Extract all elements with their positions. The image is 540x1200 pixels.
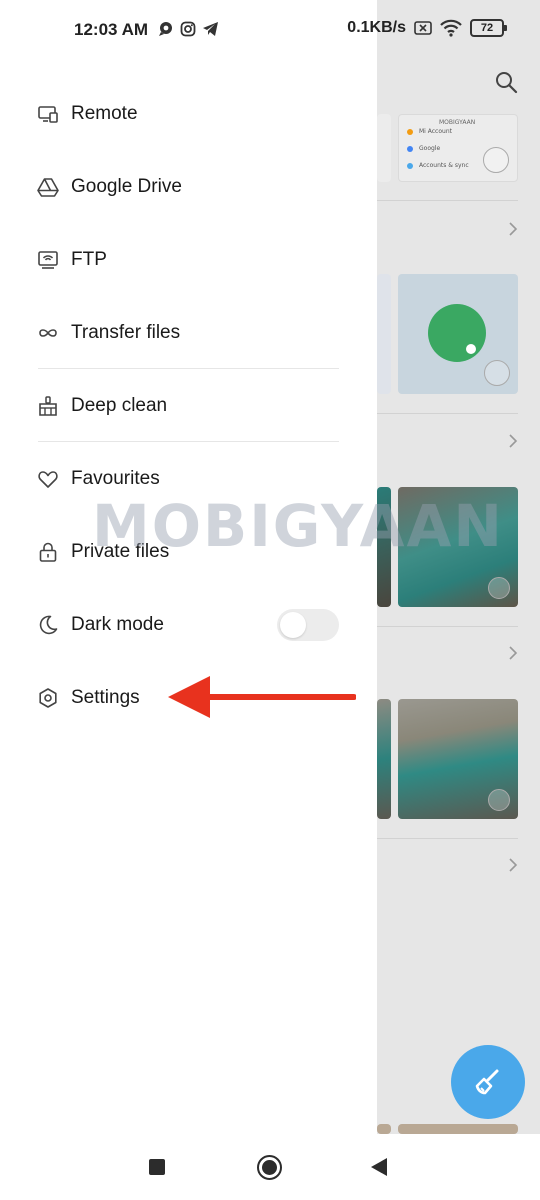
drawer-item-label: Transfer files (71, 322, 181, 343)
green-ball-graphic (428, 304, 486, 362)
recents-icon[interactable] (149, 1159, 165, 1175)
drawer-item-label: FTP (71, 249, 107, 270)
network-speed: 0.1KB/s (347, 19, 406, 36)
mini-header: MOBIGYAAN (439, 119, 476, 126)
thumbnail-settings-screenshot[interactable]: MOBIGYAAN Mi Account Google Accounts & s… (398, 114, 518, 182)
thumbnail-partial[interactable] (398, 1124, 518, 1134)
drawer-item-ftp[interactable]: FTP (0, 235, 377, 285)
google-drive-icon (37, 176, 59, 198)
divider (377, 200, 518, 201)
watermark: MOBIGYAAN (92, 492, 504, 560)
drawer-item-transfer-files[interactable]: Transfer files (0, 308, 377, 358)
divider (377, 413, 518, 414)
drawer-item-label: Favourites (71, 468, 160, 489)
drawer-item-label: Deep clean (71, 395, 168, 416)
infinity-icon (37, 322, 59, 344)
ftp-icon (37, 249, 59, 271)
battery-icon: 72 (470, 19, 507, 37)
moon-icon (37, 614, 59, 636)
thumbnail-partial (377, 699, 391, 819)
remote-icon (37, 103, 59, 125)
broom-icon (475, 1069, 499, 1095)
gear-icon (37, 687, 59, 709)
battery-level: 72 (480, 22, 494, 34)
sim-off-icon (414, 21, 432, 35)
mini-item: Google (419, 145, 441, 152)
select-circle[interactable] (484, 360, 510, 386)
drawer-item-remote[interactable]: Remote (0, 89, 377, 139)
instagram-icon (180, 21, 196, 37)
status-bar: 12:03 AM 0.1KB/s 72 (0, 0, 540, 60)
chevron-right-icon[interactable] (508, 222, 518, 236)
lock-icon (37, 541, 59, 563)
thumbnail-partial (377, 114, 391, 182)
drawer-item-label: Remote (71, 103, 138, 124)
divider (377, 626, 518, 627)
toggle-knob (280, 612, 306, 638)
thumbnail-phone-photo[interactable] (398, 699, 518, 819)
chat-icon (159, 22, 172, 36)
drawer-item-label: Google Drive (71, 176, 182, 197)
drawer-item-label: Settings (71, 687, 140, 708)
select-circle[interactable] (483, 147, 509, 173)
heart-icon (37, 468, 59, 490)
drawer-item-label: Dark mode (71, 614, 164, 635)
clean-fab-button[interactable] (451, 1045, 525, 1119)
divider (38, 441, 339, 442)
drawer-item-deep-clean[interactable]: Deep clean (0, 381, 377, 431)
search-icon[interactable] (494, 70, 518, 94)
thumbnail-partial (377, 1124, 391, 1134)
dark-mode-toggle[interactable] (277, 609, 339, 641)
chevron-right-icon[interactable] (508, 434, 518, 448)
mini-item: Accounts & sync (419, 162, 469, 169)
system-nav-bar (0, 1134, 540, 1200)
chevron-right-icon[interactable] (508, 646, 518, 660)
back-icon[interactable] (371, 1158, 387, 1176)
telegram-icon (203, 22, 218, 36)
thumbnail-partial (377, 274, 391, 394)
select-circle[interactable] (488, 577, 510, 599)
drawer-item-google-drive[interactable]: Google Drive (0, 162, 377, 212)
chevron-right-icon[interactable] (508, 858, 518, 872)
home-icon[interactable] (257, 1155, 282, 1180)
annotation-arrow (168, 676, 356, 718)
divider (38, 368, 339, 369)
divider (377, 838, 518, 839)
broom-icon (37, 395, 59, 417)
select-circle[interactable] (488, 789, 510, 811)
thumbnail-wallpaper[interactable] (398, 274, 518, 394)
wifi-icon (440, 19, 462, 37)
status-time: 12:03 AM (74, 20, 149, 39)
mini-item: Mi Account (419, 128, 452, 135)
